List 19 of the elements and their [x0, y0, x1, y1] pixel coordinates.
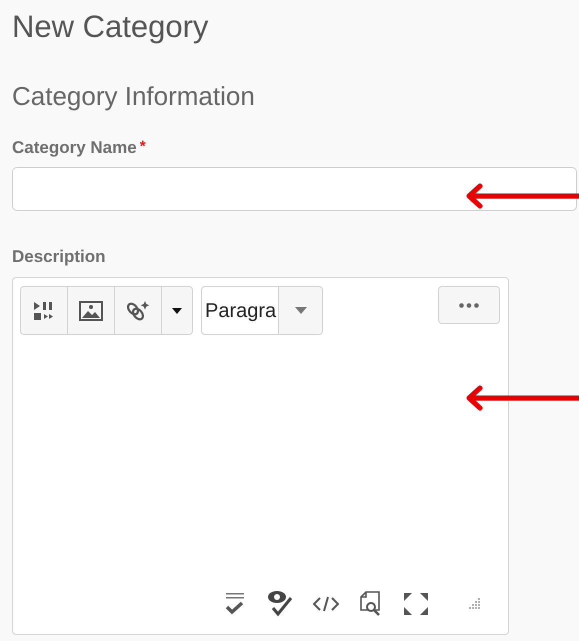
eye-check-icon[interactable]: [267, 590, 293, 618]
resize-handle-icon[interactable]: [467, 597, 481, 612]
ellipsis-icon: [459, 302, 479, 308]
field-label: Category Name: [12, 138, 137, 159]
text-field[interactable]: [12, 166, 577, 211]
link-icon: [126, 300, 150, 322]
code-icon[interactable]: [313, 596, 339, 612]
fullscreen-icon[interactable]: [403, 592, 429, 616]
caret-icon: [294, 307, 307, 314]
caret-icon: [172, 308, 182, 314]
section-title: Category Information: [12, 81, 256, 112]
field-label: Description: [12, 246, 107, 268]
image-icon: [79, 300, 103, 321]
select-value: Paragra: [202, 287, 278, 334]
media-icon: [33, 300, 55, 321]
preview-icon[interactable]: [359, 591, 383, 618]
format-select[interactable]: Paragra: [201, 286, 324, 336]
page-title: New Category: [12, 8, 210, 46]
required-mark: *: [140, 138, 146, 156]
